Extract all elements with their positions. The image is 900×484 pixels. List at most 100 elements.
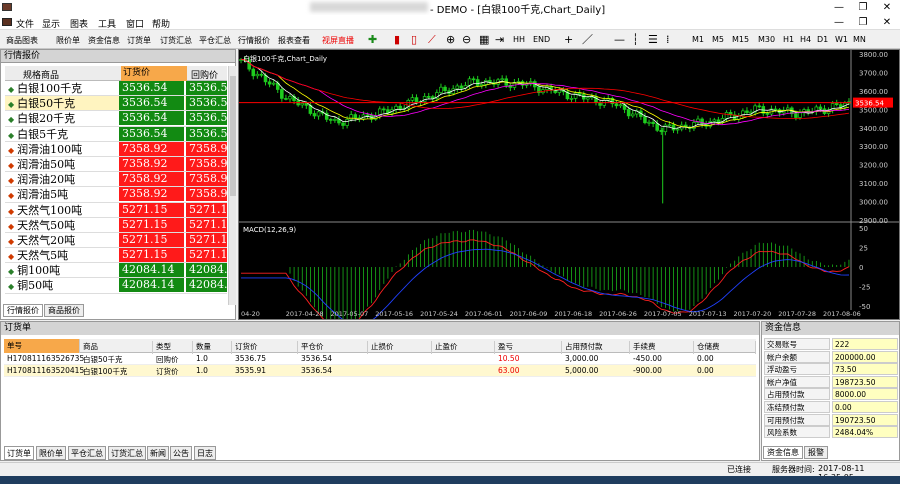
- market-row[interactable]: ◆白银20千克3536.543536.54: [5, 111, 227, 127]
- market-row[interactable]: ◆润滑油5吨7358.927358.92: [5, 187, 227, 203]
- child-restore-button[interactable]: ❐: [852, 15, 874, 30]
- tab-news[interactable]: 新闻: [147, 446, 169, 460]
- vline-icon[interactable]: ┆: [632, 34, 639, 45]
- sell-price[interactable]: 7358.92: [186, 187, 227, 202]
- market-row[interactable]: ◆天然气100吨5271.155271.15: [5, 202, 227, 218]
- tab-product-quotes[interactable]: 商品报价: [44, 304, 84, 317]
- timeframe-mn[interactable]: MN: [853, 35, 866, 44]
- timeframe-m30[interactable]: M30: [758, 35, 775, 44]
- buy-price[interactable]: 3536.54: [119, 111, 185, 126]
- sell-price[interactable]: 7358.92: [186, 172, 227, 187]
- market-row[interactable]: ◆铜50吨42084.1442084.14: [5, 278, 227, 294]
- tab-fund-info[interactable]: 资金信息: [763, 446, 803, 459]
- zoom-out-icon[interactable]: ⊖: [462, 34, 471, 45]
- tab-close-summary[interactable]: 平仓汇总: [68, 446, 106, 460]
- buy-price[interactable]: 5271.15: [119, 217, 185, 232]
- timeframe-m5[interactable]: M5: [712, 35, 724, 44]
- buy-price[interactable]: 5271.15: [119, 248, 185, 263]
- market-row[interactable]: ◆天然气20吨5271.155271.15: [5, 232, 227, 249]
- scrollbar-thumb[interactable]: [230, 76, 236, 196]
- buy-price[interactable]: 3536.54: [119, 81, 185, 95]
- child-minimize-button[interactable]: —: [828, 15, 850, 30]
- toolbar-quotes[interactable]: 行情报价: [238, 35, 270, 46]
- toolbar-order-summary[interactable]: 订货汇总: [160, 35, 192, 46]
- sell-price[interactable]: 3536.54: [186, 126, 227, 141]
- menu-chart[interactable]: 图表: [70, 17, 88, 30]
- col-sell-price[interactable]: 回购价: [191, 68, 218, 81]
- toolbar-end[interactable]: END: [533, 35, 550, 44]
- bar-chart-icon[interactable]: ▮: [394, 34, 400, 45]
- sell-price[interactable]: 7358.92: [186, 141, 227, 156]
- buy-price[interactable]: 42084.14: [119, 263, 185, 278]
- buy-price[interactable]: 7358.92: [119, 156, 185, 171]
- line-chart-icon[interactable]: ⟋: [428, 34, 436, 45]
- buy-price[interactable]: 7358.92: [119, 141, 185, 156]
- market-row[interactable]: ◆天然气50吨5271.155271.15: [5, 217, 227, 233]
- timeframe-d1[interactable]: D1: [817, 35, 828, 44]
- market-row[interactable]: ◆润滑油20吨7358.927358.92: [5, 172, 227, 188]
- order-row[interactable]: H170811163520415 白银100千克 订货价 1.0 3535.91 3536…: [4, 365, 756, 377]
- child-close-button[interactable]: ✕: [876, 15, 898, 30]
- toolbar-live-video[interactable]: 视屏直播: [322, 35, 354, 46]
- menu-window[interactable]: 窗口: [126, 17, 144, 30]
- toolbar-fund-info[interactable]: 资金信息: [88, 35, 120, 46]
- timeframe-h4[interactable]: H4: [800, 35, 811, 44]
- toolbar-order[interactable]: 订货单: [127, 35, 151, 46]
- sell-price[interactable]: 5271.15: [186, 217, 227, 232]
- market-row[interactable]: ◆白银5千克3536.543536.54: [5, 126, 227, 142]
- timeframe-m15[interactable]: M15: [732, 35, 749, 44]
- candle-icon[interactable]: ▯: [411, 34, 417, 45]
- buy-price[interactable]: 3536.54: [119, 126, 185, 141]
- order-row[interactable]: H170811163526735 白银50千克 回购价 1.0 3536.75 3536.…: [4, 353, 756, 365]
- market-row[interactable]: ◆铜100吨42084.1442084.14: [5, 263, 227, 279]
- menu-file[interactable]: 文件: [16, 17, 34, 30]
- tab-market-quotes[interactable]: 行情报价: [3, 304, 43, 317]
- menu-tools[interactable]: 工具: [98, 17, 116, 30]
- sell-price[interactable]: 3536.54: [186, 81, 227, 95]
- menu-help[interactable]: 帮助: [152, 17, 170, 30]
- timeframe-m1[interactable]: M1: [692, 35, 704, 44]
- price-chart[interactable]: 3800.00 3700.00 3600.00 3500.00 3400.00 3300.…: [238, 49, 900, 335]
- new-order-icon[interactable]: ✚: [368, 34, 377, 45]
- trendline-icon[interactable]: ／: [582, 34, 593, 45]
- close-button[interactable]: ✕: [876, 0, 898, 15]
- toolbar-limit-order[interactable]: 限价单: [56, 35, 80, 46]
- market-row[interactable]: ◆白银100千克3536.543536.54: [5, 81, 227, 97]
- buy-price[interactable]: 7358.92: [119, 187, 185, 202]
- market-scrollbar[interactable]: [228, 66, 236, 305]
- toolbar-close-summary[interactable]: 平仓汇总: [199, 35, 231, 46]
- menu-view[interactable]: 显示: [42, 17, 60, 30]
- col-product[interactable]: 规格商品: [23, 68, 59, 81]
- sell-price[interactable]: 5271.15: [186, 202, 227, 217]
- sell-price[interactable]: 5271.15: [186, 248, 227, 263]
- maximize-button[interactable]: ❐: [852, 0, 874, 15]
- grid-icon[interactable]: ▦: [479, 34, 489, 45]
- text-tool-icon[interactable]: ⁞: [666, 34, 670, 45]
- market-row[interactable]: ◆润滑油100吨7358.927358.92: [5, 141, 227, 157]
- chart-canvas[interactable]: 3800.003700.003600.003500.003400.003300.…: [239, 50, 899, 335]
- sell-price[interactable]: 5271.15: [186, 232, 227, 247]
- orders-col-0[interactable]: 单号: [4, 339, 80, 353]
- sell-price[interactable]: 7358.92: [186, 156, 227, 171]
- tab-notices[interactable]: 公告: [170, 446, 192, 460]
- sell-price[interactable]: 42084.14: [186, 263, 227, 278]
- tab-order-summary[interactable]: 订货汇总: [108, 446, 146, 460]
- toolbar-reports[interactable]: 报表查看: [278, 35, 310, 46]
- buy-price[interactable]: 5271.15: [119, 232, 185, 247]
- timeframe-h1[interactable]: H1: [783, 35, 794, 44]
- tab-log[interactable]: 日志: [194, 446, 216, 460]
- tab-orders[interactable]: 订货单: [4, 446, 34, 460]
- market-row[interactable]: ◆润滑油50吨7358.927358.92: [5, 156, 227, 173]
- buy-price[interactable]: 5271.15: [119, 202, 185, 217]
- sell-price[interactable]: 42084.14: [186, 278, 227, 293]
- toolbar-product-chart[interactable]: 商品图表: [6, 35, 38, 46]
- zoom-in-icon[interactable]: ⊕: [446, 34, 455, 45]
- sell-price[interactable]: 3536.54: [186, 111, 227, 126]
- crosshair-icon[interactable]: +: [564, 34, 573, 45]
- buy-price[interactable]: 7358.92: [119, 172, 185, 187]
- sell-price[interactable]: 3536.54: [186, 96, 227, 111]
- hline-icon[interactable]: —: [614, 34, 625, 45]
- col-buy-price[interactable]: 订货价: [121, 66, 187, 81]
- toolbar-hh[interactable]: HH: [513, 35, 525, 44]
- buy-price[interactable]: 3536.54: [119, 96, 185, 111]
